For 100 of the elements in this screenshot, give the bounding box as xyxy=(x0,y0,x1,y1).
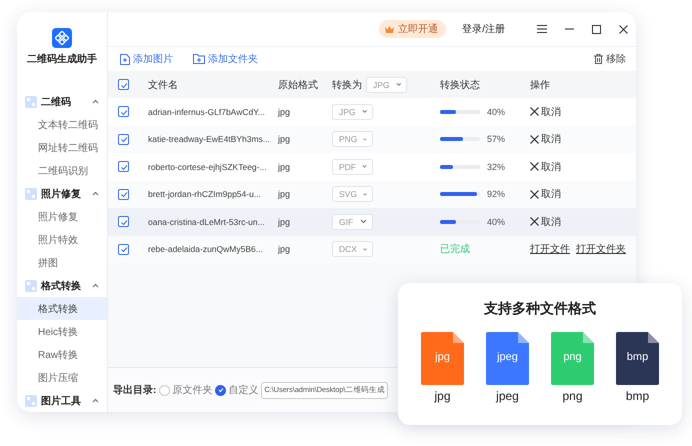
checkbox[interactable] xyxy=(118,188,129,200)
column-header: 文件名 xyxy=(148,78,179,92)
table-row[interactable]: katie-treadway-EwE4tBYh3ms... jpg PNG 57% 取消 xyxy=(108,126,636,153)
progress-reading: 57% xyxy=(487,134,506,144)
cancel-button[interactable]: 取消 xyxy=(530,104,561,119)
file-name: katie-treadway-EwE4tBYh3ms... xyxy=(148,134,271,144)
format-label: png xyxy=(562,389,583,403)
file-format: jpg xyxy=(278,244,292,254)
chevron-icon xyxy=(362,246,367,252)
radio[interactable] xyxy=(215,384,226,396)
chevron-icon xyxy=(362,164,367,170)
sidebar-item[interactable]: 照片特效 xyxy=(17,228,107,251)
table-row[interactable]: oana-cristina-dLeMrt-53rc-un... jpg GIF 40% 取消 xyxy=(108,208,636,236)
sidebar-item[interactable]: Raw转换 xyxy=(17,343,107,366)
checkbox[interactable] xyxy=(118,79,129,90)
file-icon: bmp xyxy=(616,332,659,385)
column-header: 转换状态 xyxy=(440,78,481,92)
square-icon xyxy=(25,280,37,292)
close-icon xyxy=(530,107,539,116)
sidebar-group[interactable]: 照片修复 xyxy=(17,182,107,205)
progress-reading: 32% xyxy=(487,162,506,172)
checkbox[interactable] xyxy=(118,244,129,255)
square-icon xyxy=(25,96,37,108)
vip-button[interactable]: 立即开通 xyxy=(379,20,446,38)
file-name: roberto-cortese-ejhjSZKTeeg-... xyxy=(148,162,268,172)
checkbox[interactable] xyxy=(118,161,129,172)
table-row[interactable]: adrian-infernus-GLf7bAwCdY... jpg JPG 40% 取消 xyxy=(108,98,636,126)
file-format: jpg xyxy=(278,216,292,227)
progress-reading: 92% xyxy=(487,189,506,200)
trash-icon xyxy=(594,54,603,64)
file-format: jpg xyxy=(278,162,292,172)
cancel-button[interactable]: 取消 xyxy=(530,132,561,146)
add-folder-button[interactable]: 添加文件夹 xyxy=(193,52,258,66)
chevron-icon xyxy=(92,398,99,403)
chevron-icon xyxy=(92,283,99,288)
file-name: rebe-adelaida-zunQwMy5B6... xyxy=(148,244,264,254)
chevron-icon xyxy=(362,192,367,197)
sidebar-item[interactable]: 网址转二维码 xyxy=(17,136,107,159)
square-icon xyxy=(25,394,37,406)
table-row[interactable]: rebe-adelaida-zunQwMy5B6... jpg DCX 已完成 打开文件 打开文件夹 xyxy=(108,236,636,263)
login-link[interactable]: 登录/注册 xyxy=(462,22,505,36)
radio-option[interactable]: 自定义 xyxy=(215,383,258,397)
open-link[interactable]: 打开文件夹 xyxy=(576,242,626,256)
folder-plus-icon xyxy=(193,54,205,64)
checkbox[interactable] xyxy=(118,216,129,228)
cancel-button[interactable]: 取消 xyxy=(530,214,561,229)
file-name: brett-jordan-rhCZIm9pp54-u... xyxy=(148,189,262,200)
chevron-icon xyxy=(362,109,367,114)
sidebar-group[interactable]: 图片工具 xyxy=(17,389,107,412)
checkbox[interactable] xyxy=(118,106,129,118)
sidebar-item[interactable]: 文本转二维码 xyxy=(17,113,107,136)
close-icon xyxy=(530,162,539,172)
file-name: oana-cristina-dLeMrt-53rc-un... xyxy=(148,216,266,227)
status-text: 已完成 xyxy=(440,244,470,256)
remove-button[interactable]: 移除 xyxy=(594,52,626,66)
sidebar-item[interactable]: 图片压缩 xyxy=(17,366,107,389)
file-name: adrian-infernus-GLf7bAwCdY... xyxy=(148,106,266,117)
file-icon: jpg xyxy=(421,332,464,385)
chevron-icon xyxy=(396,82,401,87)
table-row[interactable]: roberto-cortese-ejhjSZKTeeg-... jpg PDF 32% 取消 xyxy=(108,153,636,180)
chevron-icon xyxy=(92,191,99,196)
sidebar-item[interactable]: Heic转换 xyxy=(17,320,107,343)
close-icon[interactable] xyxy=(619,24,628,34)
sidebar-item[interactable]: 照片修复 xyxy=(17,205,107,228)
table-row[interactable]: brett-jordan-rhCZIm9pp54-u... jpg SVG 92% 取消 xyxy=(108,180,636,208)
close-icon xyxy=(530,134,539,144)
minimize-icon[interactable] xyxy=(565,28,574,30)
menu-icon[interactable] xyxy=(537,25,547,33)
format-label: jpeg xyxy=(496,389,519,403)
sidebar-item[interactable]: 二维码识别 xyxy=(17,159,107,182)
column-header: 操作 xyxy=(530,78,551,92)
app-title: 二维码生成助手 xyxy=(27,52,97,66)
cancel-button[interactable]: 取消 xyxy=(530,160,561,174)
format-label: bmp xyxy=(626,389,650,403)
cancel-button[interactable]: 取消 xyxy=(530,187,561,202)
radio-option[interactable]: 原文件夹 xyxy=(159,383,212,397)
square-icon xyxy=(25,188,37,200)
chevron-icon xyxy=(360,219,367,224)
sidebar-item[interactable]: 格式转换 xyxy=(17,297,107,320)
sidebar-item[interactable]: 拼图 xyxy=(17,251,107,274)
file-format: jpg xyxy=(278,134,292,144)
card-title: 支持多种文件格式 xyxy=(484,300,596,318)
check-icon xyxy=(218,387,224,393)
sidebar-group[interactable]: 格式转换 xyxy=(17,274,107,297)
checkbox[interactable] xyxy=(118,134,129,145)
logo-icon xyxy=(52,28,72,48)
export-label: 导出目录: xyxy=(113,384,156,397)
crown-icon xyxy=(384,24,396,34)
close-icon xyxy=(530,190,539,199)
open-link[interactable]: 打开文件 xyxy=(530,242,570,256)
add-image-button[interactable]: 添加图片 xyxy=(120,52,173,66)
close-icon xyxy=(530,217,539,226)
format-label: jpg xyxy=(434,389,450,403)
sidebar-group[interactable]: 二维码 xyxy=(17,90,107,113)
progress-reading: 40% xyxy=(487,106,506,117)
maximize-icon[interactable] xyxy=(592,24,601,34)
file-format: jpg xyxy=(278,106,292,117)
column-header: 转换为 xyxy=(332,78,362,92)
file-format: jpg xyxy=(278,189,292,200)
file-plus-icon xyxy=(120,54,130,64)
